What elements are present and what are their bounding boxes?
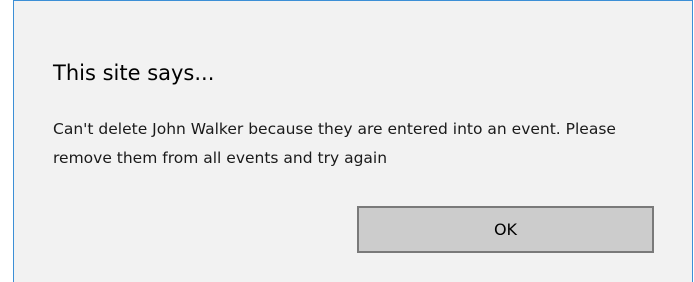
alert-dialog: This site says... Can't delete John Walk… xyxy=(13,0,693,282)
dialog-message: Can't delete John Walker because they ar… xyxy=(53,120,616,167)
ok-button[interactable]: OK xyxy=(357,206,654,253)
dialog-title: This site says... xyxy=(53,61,215,85)
